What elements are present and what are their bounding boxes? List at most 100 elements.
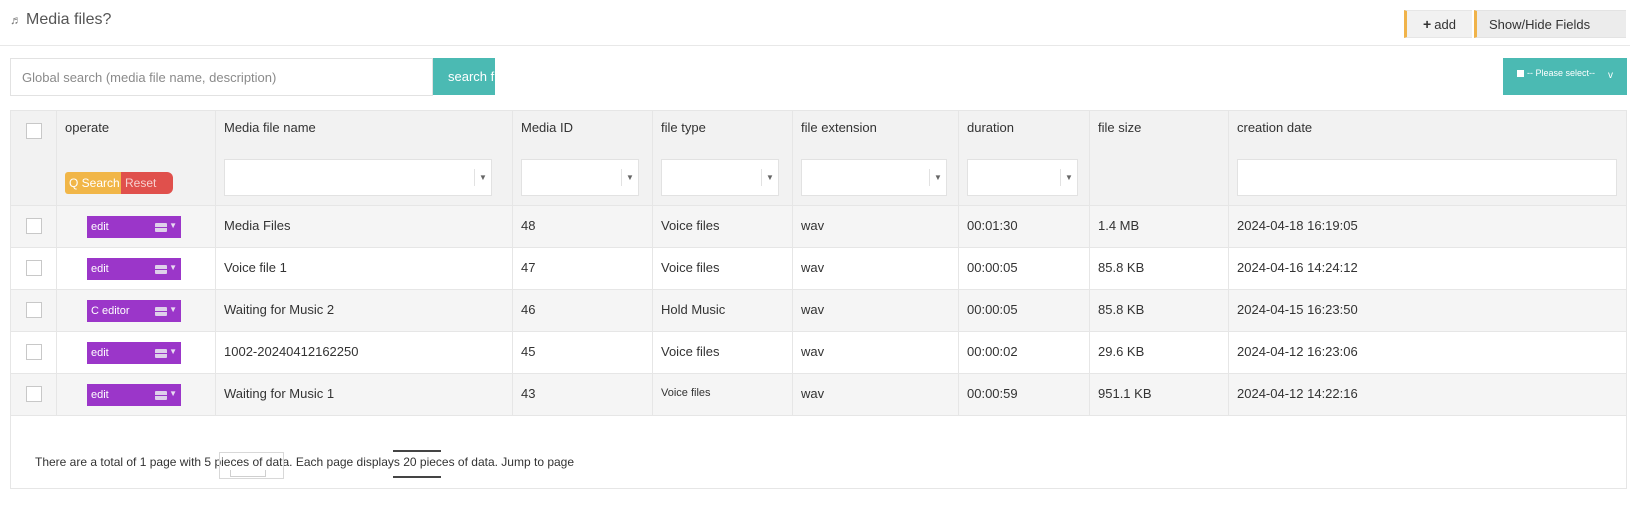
show-hide-fields-button[interactable]: Show/Hide Fields — [1474, 10, 1626, 38]
file-type: Voice files — [661, 218, 720, 233]
global-search-input[interactable] — [10, 58, 433, 96]
row-menu-button[interactable]: ▼ — [149, 342, 181, 364]
chevron-down-icon: ▼ — [169, 389, 177, 398]
menu-icon — [155, 223, 167, 232]
file-size: 85.8 KB — [1098, 260, 1145, 275]
media-id: 48 — [521, 218, 536, 233]
table-row[interactable]: edit ▼ Waiting for Music 1 43 Voice file… — [11, 374, 1626, 416]
search-button[interactable]: search f — [433, 58, 495, 95]
filter-duration-select[interactable]: ▼ — [967, 159, 1078, 196]
header-cell-size: file size — [1090, 111, 1229, 205]
row-select-cell — [11, 332, 57, 373]
column-header-media-id[interactable]: Media ID — [521, 120, 573, 135]
column-header-extension[interactable]: file extension — [801, 120, 877, 135]
page-size-select[interactable] — [393, 450, 441, 478]
edit-button[interactable]: edit — [87, 384, 149, 406]
column-header-file-type[interactable]: file type — [661, 120, 706, 135]
row-select-cell — [11, 374, 57, 415]
column-header-created[interactable]: creation date — [1237, 120, 1312, 135]
file-type: Hold Music — [661, 302, 726, 317]
add-button-label: add — [1434, 16, 1456, 32]
dropdown-arrow-icon: ▼ — [621, 169, 638, 186]
row-menu-button[interactable]: ▼ — [149, 384, 181, 406]
action-select-label: -- Please select-- — [1527, 68, 1596, 78]
dropdown-arrow-icon: ▼ — [929, 169, 946, 186]
header-cell-created: creation date — [1229, 111, 1626, 205]
filter-file-type-select[interactable]: ▼ — [661, 159, 779, 196]
media-name: Voice file 1 — [224, 260, 287, 275]
chevron-down-icon: v — [1608, 70, 1613, 81]
row-operate-cell: edit ▼ — [57, 248, 216, 289]
file-size: 951.1 KB — [1098, 386, 1152, 401]
dropdown-arrow-icon: ▼ — [474, 169, 491, 186]
table-row[interactable]: edit ▼ 1002-20240412162250 45 Voice file… — [11, 332, 1626, 374]
action-select[interactable]: -- Please select-- v — [1503, 58, 1627, 95]
row-checkbox[interactable] — [26, 218, 42, 234]
edit-button[interactable]: edit — [87, 216, 149, 238]
page-number-input[interactable] — [219, 452, 284, 479]
file-extension: wav — [801, 302, 825, 317]
filter-name-select[interactable]: ▼ — [224, 159, 492, 196]
creation-date: 2024-04-18 16:19:05 — [1237, 218, 1358, 233]
file-size: 29.6 KB — [1098, 344, 1145, 359]
row-checkbox[interactable] — [26, 260, 42, 276]
row-menu-button[interactable]: ▼ — [149, 258, 181, 280]
column-header-size[interactable]: file size — [1098, 120, 1141, 135]
media-name: Waiting for Music 1 — [224, 386, 335, 401]
file-type: Voice files — [661, 387, 711, 399]
edit-button[interactable]: edit — [87, 342, 149, 364]
media-name: Waiting for Music 2 — [224, 302, 335, 317]
table-header-row: operate Q Search Reset Media file name ▼… — [11, 111, 1626, 206]
select-all-checkbox[interactable] — [26, 123, 42, 139]
page-number-field — [230, 470, 266, 477]
media-name: Media Files — [224, 218, 291, 233]
header-cell-duration: duration ▼ — [959, 111, 1090, 205]
duration: 00:00:59 — [967, 386, 1018, 401]
creation-date: 2024-04-12 14:22:16 — [1237, 386, 1358, 401]
media-id: 47 — [521, 260, 536, 275]
media-name: 1002-20240412162250 — [224, 344, 359, 359]
row-menu-button[interactable]: ▼ — [149, 300, 181, 322]
file-extension: wav — [801, 260, 825, 275]
header-cell-extension: file extension ▼ — [793, 111, 959, 205]
file-size: 85.8 KB — [1098, 302, 1145, 317]
row-operate-cell: edit ▼ — [57, 206, 216, 247]
column-header-duration[interactable]: duration — [967, 120, 1014, 135]
media-id: 45 — [521, 344, 536, 359]
menu-icon — [155, 349, 167, 358]
table-row[interactable]: C editor ▼ Waiting for Music 2 46 Hold M… — [11, 290, 1626, 332]
creation-date: 2024-04-16 14:24:12 — [1237, 260, 1358, 275]
add-button[interactable]: + add — [1404, 10, 1472, 38]
edit-button[interactable]: edit — [87, 258, 149, 280]
chevron-down-icon: ▼ — [169, 305, 177, 314]
duration: 00:00:05 — [967, 260, 1018, 275]
menu-icon — [155, 391, 167, 400]
row-checkbox[interactable] — [26, 386, 42, 402]
chevron-down-icon: ▼ — [169, 347, 177, 356]
row-checkbox[interactable] — [26, 302, 42, 318]
chevron-down-icon: ▼ — [169, 263, 177, 272]
filter-created-input[interactable] — [1237, 159, 1617, 196]
file-extension: wav — [801, 386, 825, 401]
filter-reset-button[interactable]: Reset — [121, 172, 173, 194]
table-row[interactable]: edit ▼ Voice file 1 47 Voice files wav 0… — [11, 248, 1626, 290]
row-checkbox[interactable] — [26, 344, 42, 360]
menu-icon — [155, 265, 167, 274]
file-extension: wav — [801, 344, 825, 359]
dropdown-arrow-icon: ▼ — [761, 169, 778, 186]
header-cell-file-type: file type ▼ — [653, 111, 793, 205]
filter-media-id-select[interactable]: ▼ — [521, 159, 639, 196]
media-files-table: operate Q Search Reset Media file name ▼… — [10, 110, 1627, 489]
page-header: ♬ Media files? + add Show/Hide Fields — [0, 0, 1630, 46]
filter-extension-select[interactable]: ▼ — [801, 159, 947, 196]
column-header-name[interactable]: Media file name — [224, 120, 316, 135]
table-row[interactable]: edit ▼ Media Files 48 Voice files wav 00… — [11, 206, 1626, 248]
edit-button[interactable]: C editor — [87, 300, 149, 322]
row-menu-button[interactable]: ▼ — [149, 216, 181, 238]
file-type: Voice files — [661, 344, 720, 359]
creation-date: 2024-04-15 16:23:50 — [1237, 302, 1358, 317]
row-select-cell — [11, 206, 57, 247]
filter-search-button[interactable]: Q Search — [65, 172, 121, 194]
duration: 00:00:05 — [967, 302, 1018, 317]
duration: 00:01:30 — [967, 218, 1018, 233]
